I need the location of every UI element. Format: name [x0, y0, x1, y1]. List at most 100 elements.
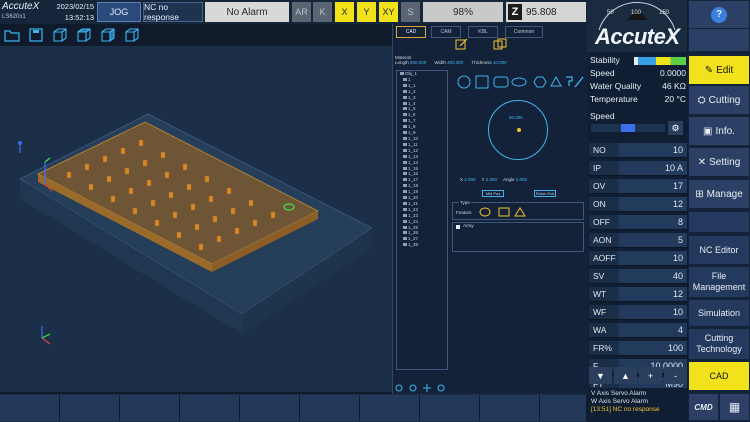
edit-button[interactable]: ✎ Edit — [689, 56, 749, 84]
param-row[interactable]: FR% 100 — [589, 341, 687, 356]
ellipse-tool-icon[interactable] — [511, 77, 527, 87]
finish-exit-button[interactable]: Finish Exit — [534, 190, 556, 197]
nav-down-button[interactable]: ▼ — [589, 367, 612, 384]
simulation-button[interactable]: Simulation — [689, 300, 749, 326]
param-row[interactable]: IP 10 A — [589, 161, 687, 176]
y-value[interactable]: 2.000 — [486, 177, 497, 182]
angle-value[interactable]: 2.000 — [516, 177, 527, 182]
param-value[interactable]: 10 — [619, 143, 687, 157]
speed-slider[interactable] — [591, 124, 665, 132]
nav-up-button[interactable]: ▲ — [614, 367, 637, 384]
tree-add-icon[interactable] — [395, 384, 403, 392]
edit-sketch-icon[interactable] — [455, 38, 469, 50]
param-value[interactable]: 40 — [619, 269, 687, 283]
nc-editor-button[interactable]: NC Editor — [689, 236, 749, 264]
square-tool-icon[interactable] — [475, 75, 489, 89]
speed-gear-icon[interactable]: ⚙ — [668, 121, 683, 135]
hexagon-tool-icon[interactable] — [533, 76, 547, 88]
manage-button[interactable]: ⊞ Manage — [689, 180, 749, 208]
tab-kbl[interactable]: KBL — [468, 26, 498, 38]
function-key-5[interactable] — [240, 395, 300, 421]
param-value[interactable]: 12 — [619, 197, 687, 211]
pen-tool-icon[interactable] — [574, 76, 584, 88]
function-key-8[interactable] — [420, 395, 480, 421]
param-row[interactable]: WA 4 — [589, 323, 687, 338]
taper-feature-icon[interactable] — [514, 207, 526, 217]
thickness-value[interactable]: 10.000 — [493, 60, 507, 65]
tree-move-icon[interactable] — [409, 384, 417, 392]
axis-button-k[interactable]: K — [313, 2, 332, 22]
object-tree[interactable]: Obj_1 1 1_1 1_2 1_3 1_4 1_5 1_6 1_7 1_8 1_9 1_10 1_1… — [396, 70, 448, 370]
param-value[interactable]: 17 — [619, 179, 687, 193]
mode-button[interactable]: JOG — [97, 2, 141, 22]
speed-slider-thumb[interactable] — [621, 124, 635, 132]
param-row[interactable]: SV 40 — [589, 269, 687, 284]
param-row[interactable]: ON 12 — [589, 197, 687, 212]
width-value[interactable]: 400.000 — [447, 60, 463, 65]
tab-common[interactable]: Common — [505, 26, 543, 38]
rounded-rect-tool-icon[interactable] — [493, 76, 509, 88]
save-icon[interactable] — [28, 28, 44, 42]
function-key-1[interactable] — [0, 395, 60, 421]
nav-plus-button[interactable]: + — [639, 367, 662, 384]
cube-top-icon[interactable] — [76, 28, 92, 42]
param-row[interactable]: WF 10 — [589, 305, 687, 320]
open-folder-icon[interactable] — [4, 28, 20, 42]
tree-item[interactable]: 1_28 — [400, 242, 447, 248]
cad-3d-viewport[interactable] — [0, 46, 392, 392]
cad-button[interactable]: CAD — [689, 362, 749, 390]
mid-pos-button[interactable]: Mid Pos — [482, 190, 504, 197]
param-row[interactable]: WT 12 — [589, 287, 687, 302]
circle-tool-icon[interactable] — [457, 75, 471, 89]
array-checkbox[interactable] — [456, 225, 460, 229]
axis-button-xy[interactable]: XY — [379, 2, 398, 22]
file-management-button[interactable]: File Management — [689, 267, 749, 297]
cube-side-icon[interactable] — [100, 28, 116, 42]
cube-iso-icon[interactable] — [124, 28, 140, 42]
pocket-feature-icon[interactable] — [498, 207, 510, 217]
axis-button-ar[interactable]: AR — [292, 2, 311, 22]
function-key-3[interactable] — [120, 395, 180, 421]
param-value[interactable]: 10 — [619, 251, 687, 265]
param-row[interactable]: OV 17 — [589, 179, 687, 194]
param-row[interactable]: OFF 8 — [589, 215, 687, 230]
param-value[interactable]: 4 — [619, 323, 687, 337]
setting-button[interactable]: ✕ Setting — [689, 148, 749, 176]
param-row[interactable]: AOFF 10 — [589, 251, 687, 266]
triangle-tool-icon[interactable] — [550, 75, 562, 87]
length-value[interactable]: 500.000 — [410, 60, 426, 65]
help-button[interactable]: ? — [689, 1, 749, 28]
axis-button-s[interactable]: S — [401, 2, 420, 22]
cmd-button[interactable]: CMD — [689, 394, 718, 420]
param-value[interactable]: 10 A — [619, 161, 687, 175]
alarm-status[interactable]: No Alarm — [205, 2, 289, 22]
cutting-technology-button[interactable]: Cutting Technology — [689, 329, 749, 359]
cube-front-icon[interactable] — [52, 28, 68, 42]
function-key-4[interactable] — [180, 395, 240, 421]
function-key-2[interactable] — [60, 395, 120, 421]
param-value[interactable]: 100 — [619, 341, 687, 355]
param-value[interactable]: 10 — [619, 305, 687, 319]
function-key-6[interactable] — [300, 395, 360, 421]
tree-plus-icon[interactable] — [423, 384, 431, 392]
cylinder-feature-icon[interactable] — [479, 207, 491, 217]
param-value[interactable]: 5 — [619, 233, 687, 247]
tab-cad[interactable]: CAD — [396, 26, 426, 38]
x-value[interactable]: 2.000 — [464, 177, 475, 182]
param-value[interactable]: 8 — [619, 215, 687, 229]
axis-button-y[interactable]: Y — [357, 2, 376, 22]
grid-menu-icon[interactable]: ▦ — [720, 394, 749, 420]
function-key-9[interactable] — [480, 395, 540, 421]
function-key-7[interactable] — [360, 395, 420, 421]
param-row[interactable]: AON 5 — [589, 233, 687, 248]
function-key-10[interactable] — [540, 395, 587, 421]
cutting-button[interactable]: ⛭ Cutting — [689, 86, 749, 114]
spline-tool-icon[interactable] — [566, 76, 573, 86]
tab-cam[interactable]: CAM — [431, 26, 461, 38]
nav-minus-button[interactable]: - — [664, 367, 687, 384]
tree-remove-icon[interactable] — [437, 384, 445, 392]
param-value[interactable]: 12 — [619, 287, 687, 301]
param-row[interactable]: NO 10 — [589, 143, 687, 158]
copy-sketch-icon[interactable] — [493, 38, 507, 50]
info-button[interactable]: ▣ Info. — [689, 117, 749, 145]
